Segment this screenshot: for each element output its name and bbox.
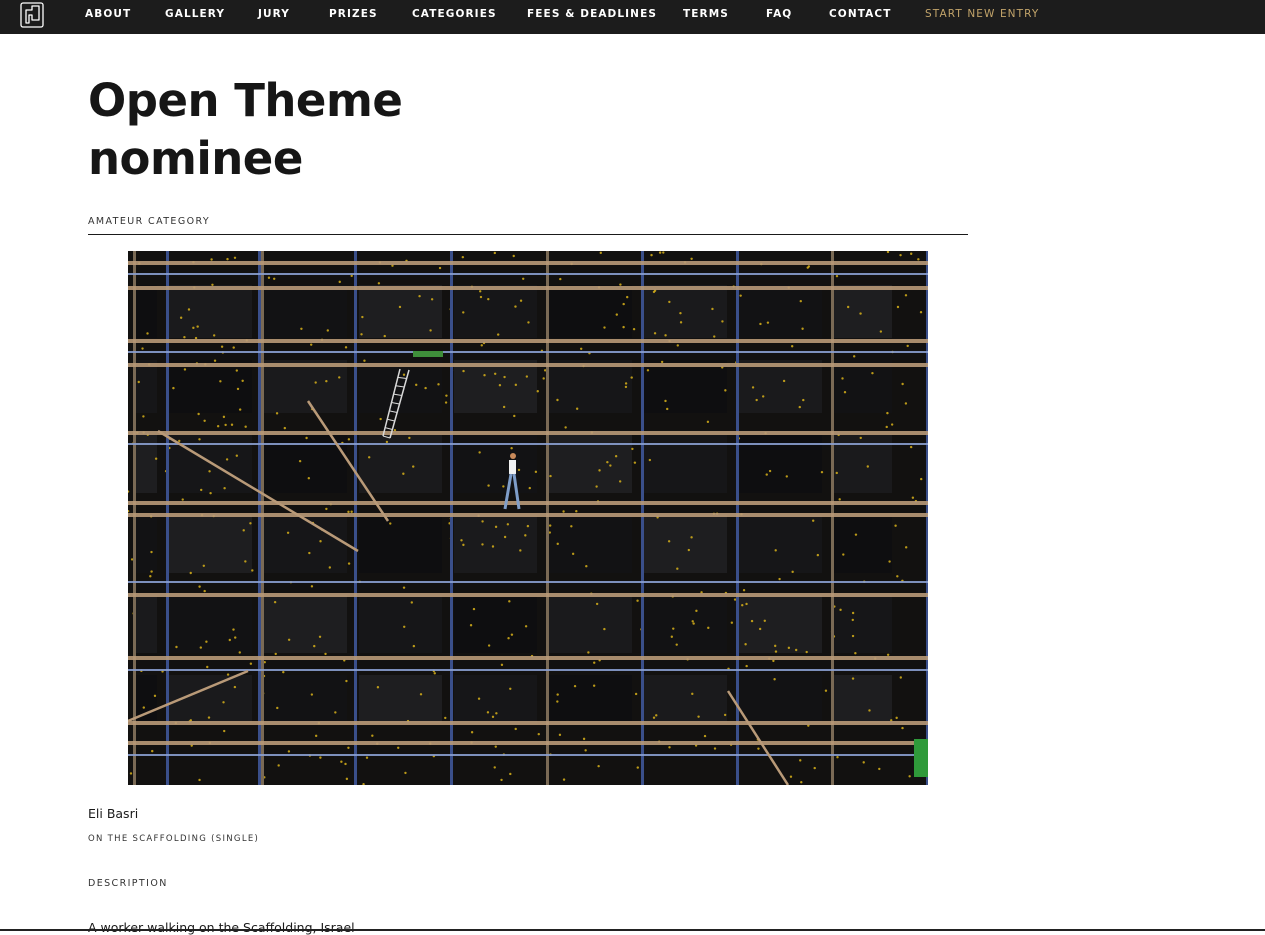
scaffolding-photo-illustration xyxy=(128,251,928,785)
site-logo-icon[interactable] xyxy=(20,2,44,28)
top-navigation: ABOUT GALLERY JURY PRIZES CATEGORIES FEE… xyxy=(0,0,1265,34)
category-label: AMATEUR CATEGORY xyxy=(88,216,211,227)
description-label: DESCRIPTION xyxy=(88,878,168,889)
nav-terms[interactable]: TERMS xyxy=(683,0,729,28)
work-title: ON THE SCAFFOLDING (SINGLE) xyxy=(88,834,260,844)
page-title: Open Theme nominee xyxy=(88,72,403,188)
nav-gallery[interactable]: GALLERY xyxy=(165,0,225,28)
description-text: A worker walking on the Scaffolding, Isr… xyxy=(88,920,355,935)
nav-categories[interactable]: CATEGORIES xyxy=(412,0,497,28)
page-title-line-2: nominee xyxy=(88,132,303,185)
author-name: Eli Basri xyxy=(88,806,139,821)
nav-about[interactable]: ABOUT xyxy=(85,0,131,28)
start-new-entry-button[interactable]: START NEW ENTRY xyxy=(925,0,1039,28)
nav-fees-deadlines[interactable]: FEES & DEADLINES xyxy=(527,0,657,28)
nav-contact[interactable]: CONTACT xyxy=(829,0,891,28)
entry-photo[interactable] xyxy=(128,251,928,785)
nav-prizes[interactable]: PRIZES xyxy=(329,0,378,28)
page-title-line-1: Open Theme xyxy=(88,74,403,127)
nav-jury[interactable]: JURY xyxy=(258,0,290,28)
category-divider xyxy=(88,234,968,235)
nav-faq[interactable]: FAQ xyxy=(766,0,792,28)
